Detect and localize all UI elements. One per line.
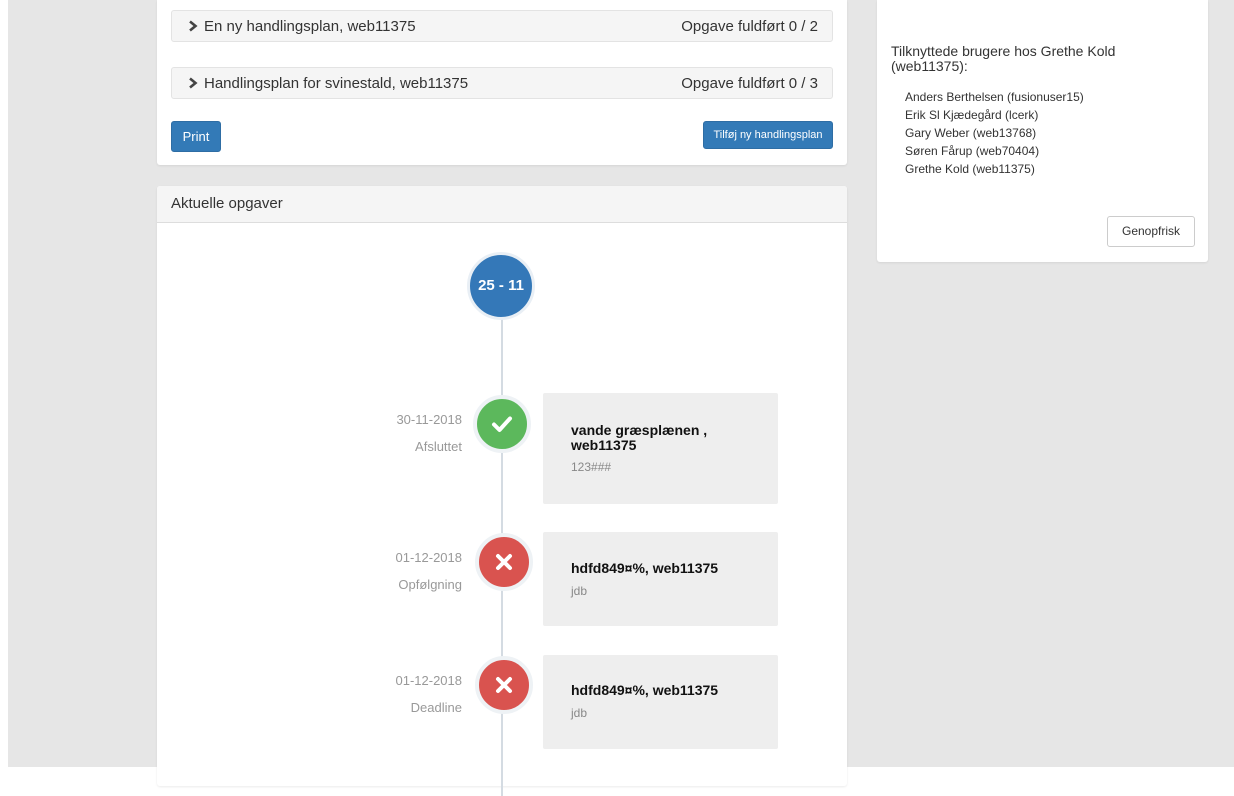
action-plan-row[interactable]: Handlingsplan for svinestald, web11375 O… bbox=[171, 67, 833, 99]
close-icon bbox=[496, 677, 512, 693]
refresh-button[interactable]: Genopfrisk bbox=[1107, 216, 1195, 247]
linked-users-list: Anders Berthelsen (fusionuser15) Erik Sl… bbox=[905, 88, 1084, 178]
task-card[interactable]: hdfd849¤%, web11375 jdb bbox=[543, 655, 778, 749]
linked-users-title: Tilknyttede brugere hos Grethe Kold (web… bbox=[891, 43, 1116, 74]
task-title: hdfd849¤%, web11375 bbox=[571, 560, 719, 576]
action-plan-row[interactable]: En ny handlingsplan, web11375 Opgave ful… bbox=[171, 10, 833, 42]
task-status: Deadline bbox=[410, 700, 462, 715]
date-marker: 25 - 11 bbox=[467, 252, 535, 320]
status-failed-badge bbox=[475, 533, 533, 591]
chevron-right-icon bbox=[189, 77, 198, 89]
current-tasks-panel: Aktuelle opgaver 25 - 11 30-11-2018 Afsl… bbox=[157, 186, 847, 796]
task-title: hdfd849¤%, web11375 bbox=[571, 682, 719, 698]
close-icon bbox=[496, 554, 512, 570]
task-date: 01-12-2018 bbox=[395, 550, 463, 565]
linked-users-panel: Tilknyttede brugere hos Grethe Kold (web… bbox=[877, 0, 1208, 262]
task-date: 30-11-2018 bbox=[396, 412, 462, 427]
task-description: jdb bbox=[571, 584, 588, 598]
user-item: Erik Sl Kjædegård (lcerk) bbox=[905, 108, 1039, 122]
task-status: Opfølgning bbox=[398, 577, 462, 592]
user-item: Søren Fårup (web70404) bbox=[905, 144, 1040, 158]
chevron-right-icon bbox=[189, 20, 198, 32]
action-plan-title: Handlingsplan for svinestald, web11375 bbox=[204, 75, 469, 92]
user-item: Anders Berthelsen (fusionuser15) bbox=[905, 90, 1084, 104]
panel-heading: Aktuelle opgaver bbox=[157, 186, 847, 223]
status-done-badge bbox=[473, 395, 531, 453]
task-status: Afsluttet bbox=[415, 439, 462, 454]
action-plan-progress: Opgave fuldført 0 / 3 bbox=[681, 75, 818, 92]
task-description: jdb bbox=[571, 706, 588, 720]
user-item: Grethe Kold (web11375) bbox=[905, 162, 1035, 176]
task-date: 01-12-2018 bbox=[395, 673, 463, 688]
task-description: 123### bbox=[571, 460, 612, 474]
check-icon bbox=[492, 416, 512, 432]
action-plan-title: En ny handlingsplan, web11375 bbox=[204, 18, 416, 35]
print-button[interactable]: Print bbox=[171, 121, 221, 152]
status-failed-badge bbox=[475, 656, 533, 714]
action-plans-panel: En ny handlingsplan, web11375 Opgave ful… bbox=[157, 0, 847, 165]
add-action-plan-button[interactable]: Tilføj ny handlingsplan bbox=[703, 121, 833, 149]
user-item: Gary Weber (web13768) bbox=[905, 126, 1037, 140]
task-card[interactable]: vande græsplænen , web11375 123### bbox=[543, 393, 778, 504]
action-plan-progress: Opgave fuldført 0 / 2 bbox=[681, 18, 818, 35]
task-title: vande græsplænen , web11375 bbox=[571, 422, 708, 453]
task-card[interactable]: hdfd849¤%, web11375 jdb bbox=[543, 532, 778, 626]
